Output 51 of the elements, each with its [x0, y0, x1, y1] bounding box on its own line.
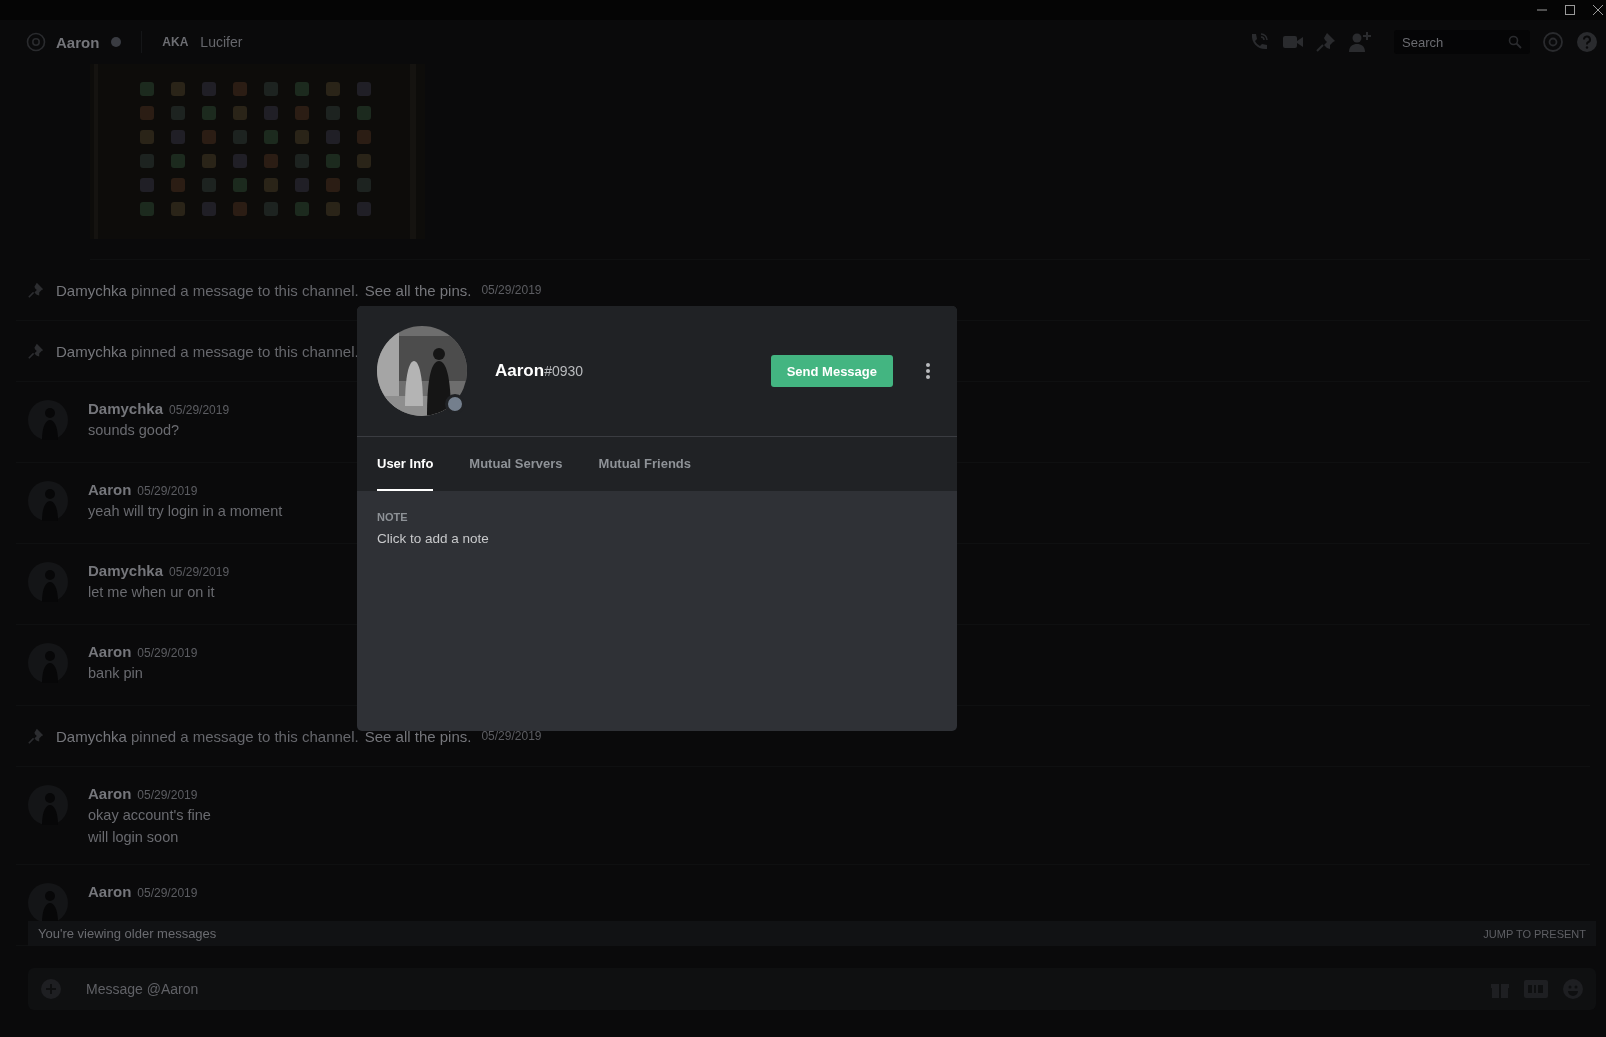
see-pins-link[interactable]: See all the pins. — [364, 281, 472, 299]
video-camera-icon[interactable] — [1282, 33, 1304, 51]
pin-icon — [28, 728, 44, 744]
message-text: let me when ur on it — [88, 583, 216, 601]
search-icon — [1508, 35, 1522, 49]
author-name[interactable]: Aaron — [88, 481, 132, 498]
help-icon[interactable] — [1576, 31, 1598, 53]
pin-icon[interactable] — [1316, 32, 1336, 52]
timestamp: 05/29/2019 — [137, 788, 198, 802]
maximize-icon[interactable] — [1564, 4, 1576, 16]
aka-label: AKA — [162, 35, 189, 49]
more-options-icon[interactable] — [925, 362, 931, 380]
close-icon[interactable] — [1592, 4, 1604, 16]
username: Aaron#0930 — [495, 361, 584, 381]
pin-icon — [28, 343, 44, 359]
tab[interactable]: Mutual Servers — [469, 437, 563, 491]
message-bar[interactable]: Message @Aaron — [28, 968, 1596, 1010]
add-friend-icon[interactable] — [1348, 31, 1372, 53]
note-field[interactable]: Click to add a note — [377, 531, 937, 546]
older-messages-text: You're viewing older messages — [38, 926, 217, 941]
timestamp: 05/29/2019 — [169, 403, 230, 417]
message-text: bank pin — [88, 664, 144, 682]
message-text: yeah will try login in a moment — [88, 502, 283, 520]
pin-notice: Damychka pinned a message to this channel. — [56, 727, 359, 745]
author-name[interactable]: Damychka — [88, 400, 164, 417]
timestamp: 05/29/2019 — [481, 283, 542, 297]
timestamp: 05/29/2019 — [137, 886, 198, 900]
see-pins-link[interactable]: See all the pins. — [364, 727, 472, 745]
author-name[interactable]: Aaron — [88, 643, 132, 660]
message-field[interactable]: Message @Aaron — [84, 980, 1476, 998]
tab[interactable]: Mutual Friends — [598, 437, 691, 491]
send-message-button[interactable]: Send Message — [770, 355, 893, 387]
pin-notice: Damychka pinned a message to this channel. — [56, 281, 359, 299]
pin-notice: Damychka pinned a message to this channel. — [56, 342, 359, 360]
jump-to-present-link[interactable]: JUMP TO PRESENT — [1483, 927, 1586, 940]
note-label: NOTE — [377, 511, 409, 523]
author-name[interactable]: Damychka — [88, 562, 164, 579]
message-text: sounds good? — [88, 421, 181, 439]
channel-name: Aaron — [56, 33, 100, 51]
message-text: okay account's fine — [88, 806, 211, 824]
timestamp: 05/29/2019 — [481, 729, 542, 743]
nickname: Lucifer — [200, 34, 243, 50]
tab[interactable]: User Info — [377, 437, 434, 491]
author-name[interactable]: Aaron — [88, 883, 132, 900]
pin-icon — [28, 282, 44, 298]
message-text: will login soon — [88, 828, 180, 846]
timestamp: 05/29/2019 — [169, 565, 230, 579]
timestamp: 05/29/2019 — [137, 484, 198, 498]
search-field[interactable]: Search — [1394, 30, 1530, 54]
author-name[interactable]: Aaron — [88, 785, 132, 802]
timestamp: 05/29/2019 — [137, 646, 198, 660]
